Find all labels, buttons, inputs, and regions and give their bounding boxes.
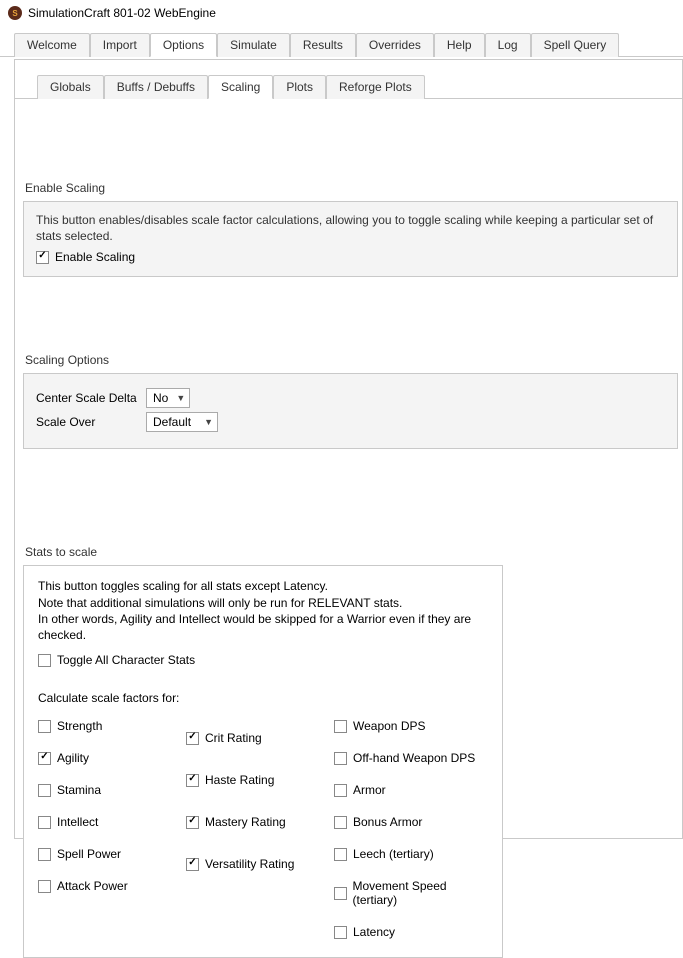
enable-scaling-checkbox-row[interactable]: Enable Scaling: [36, 250, 665, 264]
stat-label: Off-hand Weapon DPS: [353, 751, 475, 765]
scale-over-label: Scale Over: [36, 415, 146, 429]
chevron-down-icon: ▼: [204, 417, 213, 427]
stat-label: Bonus Armor: [353, 815, 422, 829]
window-title: SimulationCraft 801-02 WebEngine: [28, 6, 216, 20]
stat-label: Attack Power: [57, 879, 128, 893]
main-tabstrip: WelcomeImportOptionsSimulateResultsOverr…: [0, 32, 683, 57]
stat-label: Spell Power: [57, 847, 121, 861]
stats-column-1: Strength Agility Stamina Intellect Spell Pow…: [38, 713, 158, 939]
stat-label: Leech (tertiary): [353, 847, 434, 861]
stat-strength[interactable]: Strength: [38, 719, 158, 733]
enable-scaling-checkbox-label: Enable Scaling: [55, 250, 135, 264]
stat-checkbox[interactable]: [334, 752, 347, 765]
stat-armor[interactable]: Armor: [334, 783, 488, 797]
tab-results[interactable]: Results: [290, 33, 356, 57]
stat-stamina[interactable]: Stamina: [38, 783, 158, 797]
stat-checkbox[interactable]: [334, 720, 347, 733]
stat-crit-rating[interactable]: Crit Rating: [186, 731, 306, 745]
stat-label: Movement Speed (tertiary): [353, 879, 489, 907]
toggle-all-stats-checkbox[interactable]: [38, 654, 51, 667]
stats-desc-1: This button toggles scaling for all stat…: [38, 578, 488, 594]
stats-column-3: Weapon DPS Off-hand Weapon DPS Armor Bonus …: [334, 713, 488, 939]
stat-label: Haste Rating: [205, 773, 274, 787]
tab-welcome[interactable]: Welcome: [14, 33, 90, 57]
tab-simulate[interactable]: Simulate: [217, 33, 290, 57]
stat-label: Agility: [57, 751, 89, 765]
scaling-options-group: Center Scale Delta No ▼ Scale Over Defau…: [23, 373, 678, 449]
subtab-buffs-debuffs[interactable]: Buffs / Debuffs: [104, 75, 208, 99]
stat-label: Versatility Rating: [205, 857, 294, 871]
enable-scaling-checkbox[interactable]: [36, 251, 49, 264]
stat-leech-tertiary-[interactable]: Leech (tertiary): [334, 847, 488, 861]
stat-checkbox[interactable]: [334, 848, 347, 861]
toggle-all-stats-label: Toggle All Character Stats: [57, 653, 195, 667]
stat-checkbox[interactable]: [186, 732, 199, 745]
stat-checkbox[interactable]: [38, 784, 51, 797]
stats-to-scale-heading: Stats to scale: [25, 545, 678, 559]
stats-to-scale-group: This button toggles scaling for all stat…: [23, 565, 503, 958]
stat-label: Stamina: [57, 783, 101, 797]
center-scale-delta-value: No: [153, 391, 168, 405]
tab-import[interactable]: Import: [90, 33, 150, 57]
tab-help[interactable]: Help: [434, 33, 485, 57]
center-scale-delta-select[interactable]: No ▼: [146, 388, 190, 408]
stat-off-hand-weapon-dps[interactable]: Off-hand Weapon DPS: [334, 751, 488, 765]
stat-label: Mastery Rating: [205, 815, 286, 829]
stat-bonus-armor[interactable]: Bonus Armor: [334, 815, 488, 829]
stat-weapon-dps[interactable]: Weapon DPS: [334, 719, 488, 733]
chevron-down-icon: ▼: [176, 393, 185, 403]
stat-latency[interactable]: Latency: [334, 925, 488, 939]
scale-over-value: Default: [153, 415, 191, 429]
scaling-options-heading: Scaling Options: [25, 353, 678, 367]
tab-options[interactable]: Options: [150, 33, 217, 57]
stats-desc-2: Note that additional simulations will on…: [38, 595, 488, 611]
stat-versatility-rating[interactable]: Versatility Rating: [186, 857, 306, 871]
tab-overrides[interactable]: Overrides: [356, 33, 434, 57]
scale-over-select[interactable]: Default ▼: [146, 412, 218, 432]
stat-label: Armor: [353, 783, 386, 797]
stat-intellect[interactable]: Intellect: [38, 815, 158, 829]
stat-agility[interactable]: Agility: [38, 751, 158, 765]
stat-attack-power[interactable]: Attack Power: [38, 879, 158, 893]
stats-column-2: Crit Rating Haste Rating Mastery Rating Ver…: [186, 713, 306, 939]
stat-label: Strength: [57, 719, 102, 733]
stat-checkbox[interactable]: [334, 816, 347, 829]
subtab-globals[interactable]: Globals: [37, 75, 104, 99]
tab-spell-query[interactable]: Spell Query: [531, 33, 620, 57]
stat-checkbox[interactable]: [334, 784, 347, 797]
stat-checkbox[interactable]: [38, 720, 51, 733]
enable-scaling-heading: Enable Scaling: [25, 181, 678, 195]
enable-scaling-group: This button enables/disables scale facto…: [23, 201, 678, 277]
titlebar: S SimulationCraft 801-02 WebEngine: [0, 0, 683, 26]
stat-label: Latency: [353, 925, 395, 939]
enable-scaling-desc: This button enables/disables scale facto…: [36, 212, 665, 244]
calculate-scale-factors-heading: Calculate scale factors for:: [38, 691, 488, 705]
tab-log[interactable]: Log: [485, 33, 531, 57]
subtab-plots[interactable]: Plots: [273, 75, 326, 99]
stat-label: Crit Rating: [205, 731, 262, 745]
stats-desc-3: In other words, Agility and Intellect wo…: [38, 611, 488, 643]
stat-mastery-rating[interactable]: Mastery Rating: [186, 815, 306, 829]
stat-spell-power[interactable]: Spell Power: [38, 847, 158, 861]
stat-checkbox[interactable]: [334, 887, 347, 900]
stat-movement-speed-tertiary-[interactable]: Movement Speed (tertiary): [334, 879, 488, 907]
toggle-all-stats-row[interactable]: Toggle All Character Stats: [38, 653, 488, 667]
stat-label: Weapon DPS: [353, 719, 426, 733]
sub-tabstrip: GlobalsBuffs / DebuffsScalingPlotsReforg…: [15, 74, 682, 99]
stat-checkbox[interactable]: [334, 926, 347, 939]
stat-haste-rating[interactable]: Haste Rating: [186, 773, 306, 787]
stat-label: Intellect: [57, 815, 98, 829]
stat-checkbox[interactable]: [38, 848, 51, 861]
stat-checkbox[interactable]: [38, 816, 51, 829]
app-icon: S: [8, 6, 22, 20]
center-scale-delta-label: Center Scale Delta: [36, 391, 146, 405]
options-panel: GlobalsBuffs / DebuffsScalingPlotsReforg…: [14, 59, 683, 839]
stat-checkbox[interactable]: [38, 752, 51, 765]
subtab-reforge-plots[interactable]: Reforge Plots: [326, 75, 425, 99]
stat-checkbox[interactable]: [38, 880, 51, 893]
stat-checkbox[interactable]: [186, 774, 199, 787]
subtab-scaling[interactable]: Scaling: [208, 75, 273, 99]
stat-checkbox[interactable]: [186, 816, 199, 829]
